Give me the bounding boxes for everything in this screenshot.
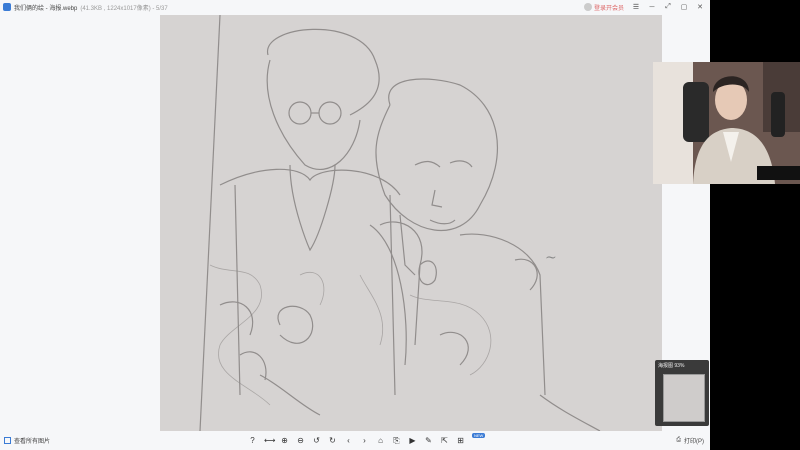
rotate-left-icon[interactable]: ↺ — [312, 436, 321, 445]
close-icon[interactable]: ✕ — [696, 3, 704, 11]
thumbnail-label: 海报图 93% — [658, 363, 685, 369]
bottom-toolbar: 查看所有图片 ? ⟷ ⊕ ⊖ ↺ ↻ ‹ › ⌂ ⎘ ▶ ✎ ⇱ ⊞ NEW ⎙… — [0, 433, 710, 450]
webcam-feed-image — [653, 62, 800, 184]
new-badge: NEW — [472, 433, 486, 438]
fullscreen-icon[interactable]: ⤢ — [664, 3, 672, 11]
zoom-out-icon[interactable]: ⊖ — [296, 436, 305, 445]
app-icon — [3, 3, 11, 11]
vip-label: 登录开会员 — [593, 5, 624, 12]
image-canvas[interactable]: ~ — [160, 15, 662, 431]
fit-icon[interactable]: ⟷ — [264, 436, 275, 445]
grid-icon — [4, 437, 11, 444]
home-icon[interactable]: ⌂ — [376, 436, 385, 445]
crop-icon[interactable]: ⇱ — [440, 436, 449, 445]
avatar-icon — [583, 3, 592, 11]
svg-text:~: ~ — [545, 250, 557, 266]
print-label: 打印(P) — [684, 439, 704, 445]
printer-icon: ⎙ — [676, 437, 681, 443]
next-icon[interactable]: › — [360, 436, 369, 445]
print-button[interactable]: ⎙ 打印(P) — [676, 436, 704, 445]
slideshow-icon[interactable]: ▶ — [408, 436, 417, 445]
help-icon[interactable]: ? — [248, 436, 257, 445]
navigator-thumbnail[interactable]: 海报图 93% — [655, 360, 709, 426]
window-title: 我们俩的绘 - 海报.webp — [14, 5, 78, 12]
view-all-images-button[interactable]: 查看所有图片 — [4, 436, 50, 445]
thumbnail-preview[interactable] — [663, 374, 705, 422]
image-meta: (41.3KB , 1224x1017像素) - 5/37 — [80, 5, 168, 12]
tool-buttons: ? ⟷ ⊕ ⊖ ↺ ↻ ‹ › ⌂ ⎘ ▶ ✎ ⇱ ⊞ — [248, 436, 465, 445]
copy-icon[interactable]: ⎘ — [392, 436, 401, 445]
title-bar: 我们俩的绘 - 海报.webp (41.3KB , 1224x1017像素) -… — [0, 0, 710, 14]
rotate-right-icon[interactable]: ↻ — [328, 436, 337, 445]
pencil-sketch-image: ~ — [160, 15, 662, 431]
menu-icon[interactable]: ☰ — [632, 3, 640, 11]
edit-icon[interactable]: ✎ — [424, 436, 433, 445]
image-viewer-window: 我们俩的绘 - 海报.webp (41.3KB , 1224x1017像素) -… — [0, 0, 710, 450]
zoom-in-icon[interactable]: ⊕ — [280, 436, 289, 445]
more-icon[interactable]: ⊞ — [456, 436, 465, 445]
maximize-icon[interactable]: ▢ — [680, 3, 688, 11]
vip-login-button[interactable]: 登录开会员 — [583, 3, 624, 12]
previous-icon[interactable]: ‹ — [344, 436, 353, 445]
view-all-label: 查看所有图片 — [14, 439, 51, 445]
titlebar-controls: 登录开会员 ☰ ─ ⤢ ▢ ✕ — [583, 1, 704, 13]
minimize-icon[interactable]: ─ — [648, 4, 656, 11]
webcam-overlay — [653, 62, 800, 184]
